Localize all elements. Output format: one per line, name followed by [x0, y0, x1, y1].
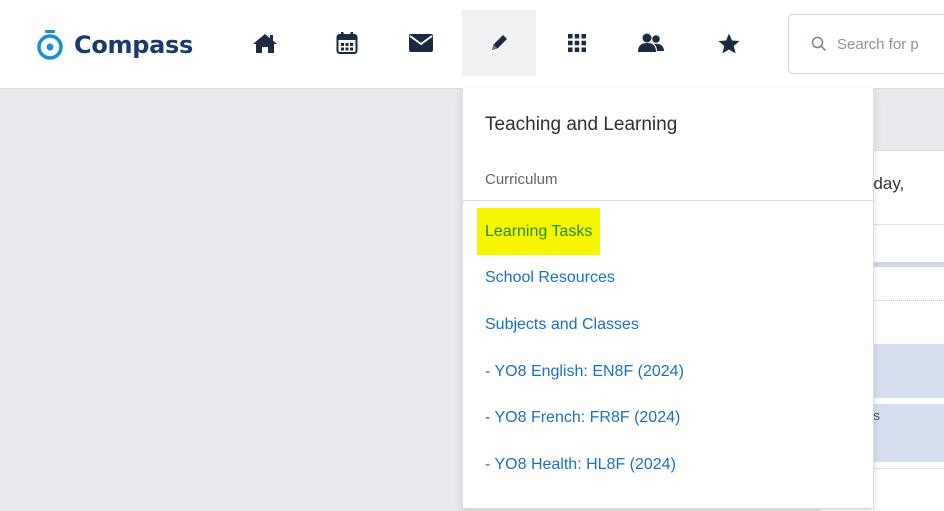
- calendar-icon: [336, 32, 358, 54]
- nav-favourites-button[interactable]: [692, 10, 766, 76]
- compass-logo-icon: [37, 30, 63, 60]
- dropdown-section-heading: Curriculum: [485, 171, 558, 188]
- menu-item-subjects-classes[interactable]: Subjects and Classes: [477, 303, 647, 347]
- nav-calendar-button[interactable]: [310, 10, 384, 76]
- dropdown-title: Teaching and Learning: [485, 114, 678, 135]
- compass-logo[interactable]: Compass: [36, 28, 193, 62]
- dropdown-divider: [463, 200, 873, 201]
- teaching-learning-dropdown: Teaching and Learning Curriculum Learnin…: [462, 88, 874, 509]
- pencil-icon: [492, 35, 507, 50]
- nav-apps-button[interactable]: [540, 10, 614, 76]
- nav-home-button[interactable]: [228, 10, 302, 76]
- menu-item-health-class[interactable]: - YO8 Health: HL8F (2024): [477, 443, 684, 487]
- top-nav-bar: Compass: [0, 0, 944, 89]
- nav-people-button[interactable]: [614, 10, 688, 76]
- menu-item-english-class[interactable]: - YO8 English: EN8F (2024): [477, 350, 692, 394]
- star-icon: [718, 33, 740, 53]
- app-name: Compass: [74, 31, 193, 59]
- apps-grid-icon: [568, 34, 586, 52]
- menu-item-school-resources[interactable]: School Resources: [477, 256, 623, 300]
- mail-icon: [409, 34, 433, 52]
- search-input[interactable]: [837, 35, 944, 53]
- menu-item-learning-tasks[interactable]: Learning Tasks: [477, 208, 601, 255]
- search-icon: [811, 36, 827, 52]
- people-icon: [638, 33, 664, 52]
- search-box[interactable]: [788, 14, 944, 74]
- nav-mail-button[interactable]: [384, 10, 458, 76]
- menu-item-french-class[interactable]: - YO8 French: FR8F (2024): [477, 396, 688, 440]
- home-icon: [253, 34, 277, 53]
- nav-teaching-button[interactable]: [462, 10, 536, 76]
